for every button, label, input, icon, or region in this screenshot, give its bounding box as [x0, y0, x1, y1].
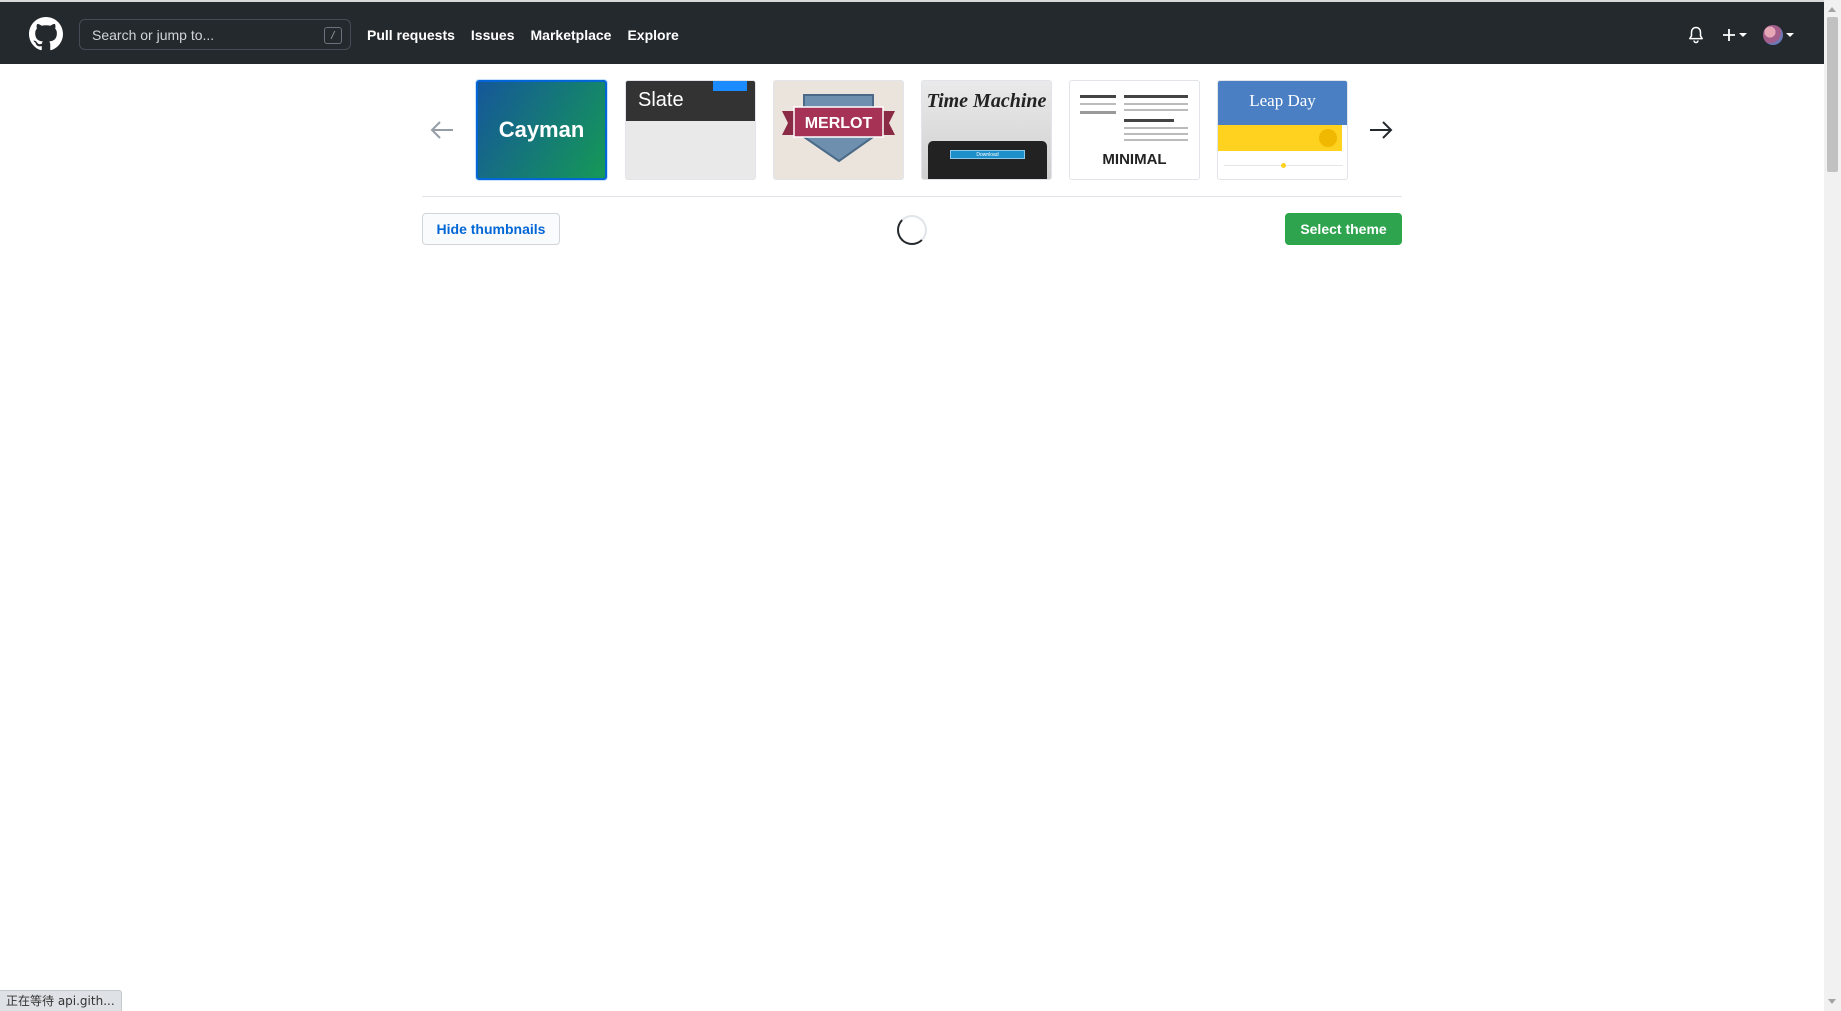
- minimal-preview-line: [1080, 95, 1116, 98]
- user-menu-button[interactable]: [1763, 25, 1794, 45]
- leap-day-preview-dot: [1281, 163, 1286, 168]
- arrow-right-icon: [1370, 121, 1393, 139]
- select-theme-button[interactable]: Select theme: [1285, 213, 1402, 245]
- octocat-icon: [1319, 129, 1337, 147]
- nav-issues[interactable]: Issues: [471, 25, 515, 45]
- chevron-down-icon: [1786, 33, 1794, 37]
- theme-label: MINIMAL: [1102, 151, 1167, 168]
- minimal-preview-line: [1080, 111, 1116, 114]
- minimal-preview-line: [1124, 109, 1188, 111]
- nav-marketplace[interactable]: Marketplace: [531, 25, 612, 45]
- theme-label: Leap Day: [1249, 91, 1316, 110]
- theme-label: Cayman: [498, 117, 585, 142]
- theme-thumbnail-slate[interactable]: Slate: [625, 80, 756, 180]
- nav-explore[interactable]: Explore: [627, 25, 678, 45]
- slate-preview-tab: [713, 81, 747, 91]
- previous-theme-button[interactable]: [427, 115, 457, 145]
- chevron-down-icon: [1739, 33, 1747, 37]
- search-shortcut-key: /: [324, 27, 342, 44]
- time-machine-preview-button: Download: [950, 150, 1025, 159]
- nav-pull-requests[interactable]: Pull requests: [367, 25, 455, 45]
- theme-label: Slate: [638, 89, 684, 111]
- arrow-left-icon: [430, 121, 453, 139]
- create-new-button[interactable]: [1722, 28, 1747, 42]
- minimal-preview-line: [1080, 103, 1116, 105]
- minimal-preview-line: [1124, 133, 1188, 135]
- theme-thumbnail-merlot[interactable]: MERLOT: [773, 80, 904, 180]
- theme-thumbnail-leap-day[interactable]: Leap Day: [1217, 80, 1348, 180]
- search-box[interactable]: /: [79, 19, 351, 50]
- divider: [422, 196, 1402, 197]
- scrollbar-thumb[interactable]: [1827, 17, 1838, 172]
- browser-status-bar: 正在等待 api.gith...: [0, 990, 122, 1011]
- header-actions: [1688, 20, 1794, 50]
- theme-label: Time Machine: [926, 90, 1047, 112]
- scroll-down-icon[interactable]: [1828, 999, 1836, 1004]
- hide-thumbnails-button[interactable]: Hide thumbnails: [422, 213, 560, 245]
- loading-spinner-icon: [897, 215, 927, 245]
- minimal-preview-line: [1124, 119, 1174, 122]
- vertical-scrollbar[interactable]: [1824, 0, 1841, 1011]
- global-header: / Pull requests Issues Marketplace Explo…: [0, 0, 1824, 64]
- merlot-banner-image: MERLOT: [782, 94, 895, 163]
- theme-thumbnail-time-machine[interactable]: Time Machine Download: [921, 80, 1052, 180]
- minimal-preview-line: [1124, 127, 1188, 129]
- theme-thumbnail-minimal[interactable]: MINIMAL: [1069, 80, 1200, 180]
- minimal-preview-line: [1124, 139, 1188, 141]
- minimal-preview-line: [1124, 103, 1188, 105]
- avatar: [1763, 25, 1783, 45]
- top-nav: Pull requests Issues Marketplace Explore: [367, 25, 679, 45]
- time-machine-preview-base: Download: [928, 141, 1047, 179]
- scroll-up-icon[interactable]: [1828, 7, 1836, 12]
- next-theme-button[interactable]: [1366, 115, 1396, 145]
- bell-icon: [1689, 26, 1703, 44]
- github-mark-icon[interactable]: [29, 17, 63, 51]
- theme-thumbnail-cayman[interactable]: Cayman: [476, 80, 607, 180]
- plus-icon: [1723, 29, 1735, 41]
- theme-label: MERLOT: [805, 115, 873, 132]
- notifications-button[interactable]: [1688, 25, 1706, 45]
- minimal-preview-line: [1124, 95, 1188, 98]
- search-input[interactable]: [80, 20, 350, 49]
